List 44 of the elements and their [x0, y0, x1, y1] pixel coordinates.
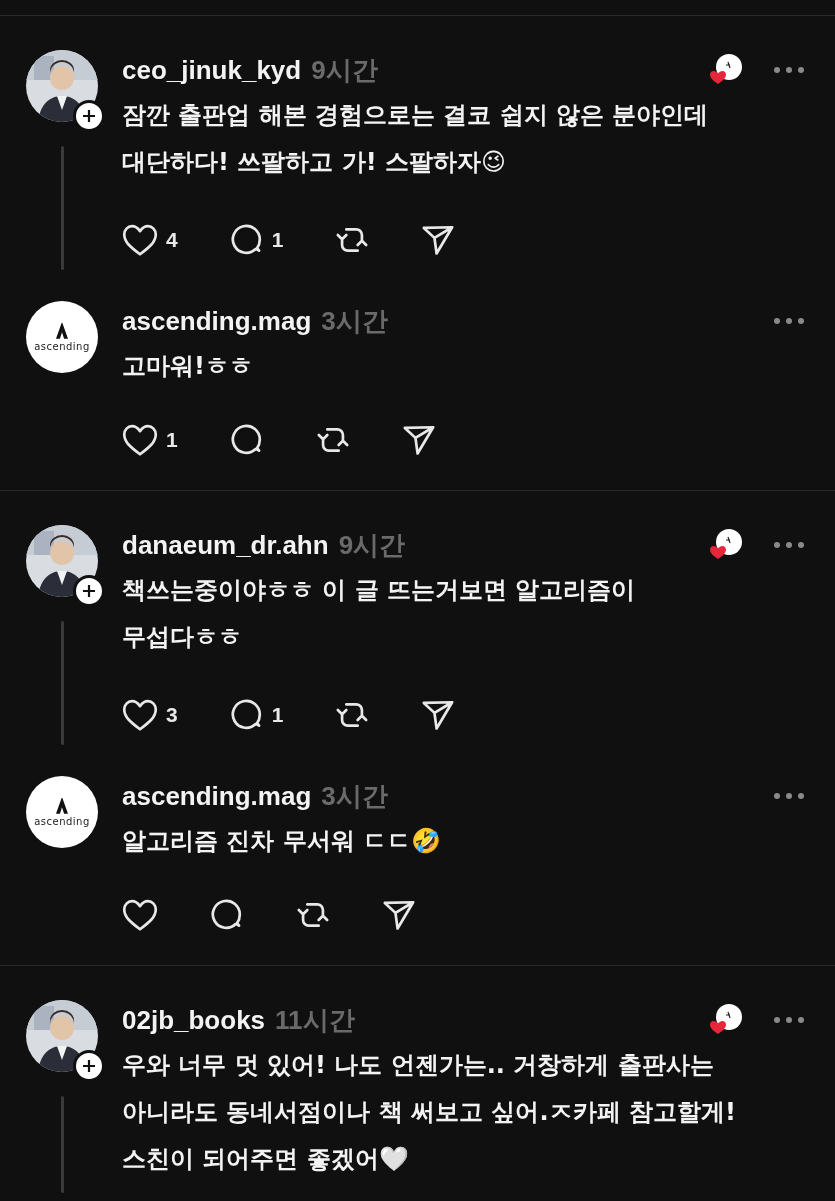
post-text: 알고리즘 진차 무서워 ㄷㄷ🤣 [122, 826, 443, 857]
username[interactable]: ascending.mag [122, 780, 312, 812]
more-icon[interactable] [773, 792, 805, 800]
send-icon[interactable] [421, 224, 456, 256]
more-icon[interactable] [773, 1016, 805, 1024]
more-icon[interactable] [773, 317, 805, 325]
plus-icon [82, 1059, 96, 1073]
reply-count: 1 [271, 703, 284, 727]
comment-icon[interactable] [229, 223, 264, 257]
timestamp: 11시간 [275, 1003, 355, 1037]
post-text: 잠깐 출판업 해본 경험으로는 결코 쉽지 않은 분야인데 대단하다! 쓰팔하고 가! 스팔하자😉 [122, 100, 710, 178]
like-count: 4 [166, 228, 178, 252]
more-icon[interactable] [773, 541, 805, 549]
timestamp: 9시간 [311, 53, 378, 87]
more-icon[interactable] [773, 66, 805, 74]
like-count: 1 [166, 428, 178, 452]
timestamp: 3시간 [321, 304, 388, 338]
send-icon[interactable] [401, 424, 436, 456]
post-text: 우와 너무 멋 있어! 나도 언젠가는.. 거창하게 출판사는 아니라도 동네서점이나 책 써보고 싶어.ㅈ카페 참고할게! 스친이 되어주면 좋겠어🤍 [122, 1050, 737, 1175]
comment-icon[interactable] [229, 698, 264, 732]
logo-text: ascending [34, 340, 90, 352]
send-icon[interactable] [421, 699, 456, 731]
send-icon[interactable] [382, 899, 416, 931]
username[interactable]: 02jb_books [122, 1004, 266, 1036]
heart-icon[interactable] [122, 698, 158, 732]
logo-text: ascending [34, 815, 90, 827]
username[interactable]: ascending.mag [122, 305, 312, 337]
plus-icon [82, 584, 96, 598]
heart-icon[interactable] [122, 898, 158, 932]
username[interactable]: ceo_jinuk_kyd [122, 54, 302, 86]
timestamp: 3시간 [321, 779, 388, 813]
logo-icon [56, 797, 68, 814]
heart-icon[interactable] [122, 223, 158, 257]
reply-count: 1 [271, 228, 284, 252]
username[interactable]: danaeum_dr.ahn [122, 529, 329, 561]
heart-icon[interactable] [122, 423, 158, 457]
post-text: 고마워!ㅎㅎ [122, 351, 254, 382]
comment-icon[interactable] [210, 898, 244, 932]
logo-icon [56, 322, 68, 339]
plus-icon [82, 109, 96, 123]
comment-icon[interactable] [229, 423, 264, 457]
like-count: 3 [166, 703, 178, 727]
post-text: 책쓰는중이야ㅎㅎ 이 글 뜨는거보면 알고리즘이 무섭다ㅎㅎ [122, 575, 637, 653]
timestamp: 9시간 [338, 528, 406, 562]
